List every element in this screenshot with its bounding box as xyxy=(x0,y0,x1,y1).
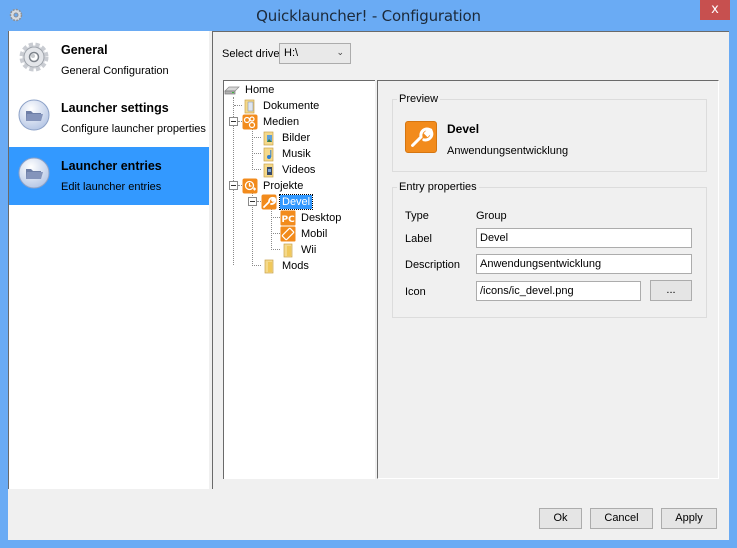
folder-icon xyxy=(264,259,274,274)
icon-label: Icon xyxy=(405,286,426,298)
entry-properties-legend: Entry properties xyxy=(397,181,479,193)
label-input[interactable]: Devel xyxy=(476,228,692,248)
entry-properties-group: Entry properties Type Group Label Devel … xyxy=(392,181,707,318)
type-label: Type xyxy=(405,210,429,222)
pc-icon: PC xyxy=(280,210,296,226)
browse-icon-button[interactable]: ... xyxy=(650,280,692,301)
category-list: General General Configuration Launcher s… xyxy=(8,31,209,489)
preview-title: Devel xyxy=(447,122,480,136)
sidebar-item-general[interactable]: General General Configuration xyxy=(9,31,209,89)
select-drive-label: Select drive xyxy=(222,48,280,60)
sidebar-item-launcher-settings[interactable]: Launcher settings Configure launcher pro… xyxy=(9,89,209,147)
sidebar-item-launcher-entries[interactable]: Launcher entries Edit launcher entries xyxy=(9,147,209,205)
tree-item-label: Wii xyxy=(301,244,317,256)
dialog-client: General General Configuration Launcher s… xyxy=(8,31,729,540)
description-label: Description xyxy=(405,259,461,271)
sidebar-item-title: Launcher settings xyxy=(61,101,169,115)
folder-videos-icon xyxy=(263,163,274,178)
collapse-projekte-button[interactable] xyxy=(229,181,238,190)
preview-description: Anwendungsentwicklung xyxy=(447,145,569,157)
tree-item-label: Desktop xyxy=(301,212,342,224)
collapse-medien-button[interactable] xyxy=(229,117,238,126)
wrench-icon xyxy=(405,121,437,153)
title-bar: Quicklauncher! - Configuration x xyxy=(0,0,737,31)
sidebar-item-subtitle: General Configuration xyxy=(61,65,169,77)
tree-connector xyxy=(252,129,253,170)
tree-item-label: Musik xyxy=(282,148,311,160)
tree-connector xyxy=(234,105,242,106)
tree-item-label: Bilder xyxy=(282,132,311,144)
sidebar-item-subtitle: Edit launcher entries xyxy=(61,181,162,193)
apply-button[interactable]: Apply xyxy=(661,508,717,529)
tree-connector xyxy=(252,153,261,154)
tree-connector xyxy=(252,265,261,266)
tree-item-label: Home xyxy=(245,84,275,96)
sidebar-item-subtitle: Configure launcher properties xyxy=(61,123,206,135)
tree-connector xyxy=(271,217,280,218)
preview-group: Preview Devel Anwendungsentwicklung xyxy=(392,93,707,172)
tree-connector xyxy=(252,169,261,170)
preview-legend: Preview xyxy=(397,93,441,105)
entry-detail-panel: Preview Devel Anwendungsentwicklung Entr… xyxy=(377,80,719,479)
description-input[interactable]: Anwendungsentwicklung xyxy=(476,254,692,274)
mobile-icon xyxy=(280,226,296,242)
sidebar-item-title: Launcher entries xyxy=(61,159,162,173)
drive-icon xyxy=(224,86,240,95)
svg-text:PC: PC xyxy=(282,215,296,225)
folder-documents-icon xyxy=(244,99,255,114)
type-value: Group xyxy=(476,210,507,222)
wrench-icon xyxy=(261,194,277,210)
tree-item-label: Medien xyxy=(263,116,300,128)
tree-connector xyxy=(271,249,280,250)
chevron-down-icon: ⌄ xyxy=(336,47,344,57)
tree-connector xyxy=(271,209,272,250)
tree-connector xyxy=(271,233,280,234)
tree-item-label: Videos xyxy=(282,164,316,176)
ok-button[interactable]: Ok xyxy=(539,508,582,529)
tree-item-label: Projekte xyxy=(263,180,304,192)
close-button[interactable]: x xyxy=(700,0,730,20)
entries-tree[interactable]: Home Dokumente Medien Bilder Musik Video… xyxy=(223,80,375,479)
drive-select[interactable]: H:\ ⌄ xyxy=(279,43,351,64)
tree-item-label: Mods xyxy=(282,260,309,272)
folder-orb-icon xyxy=(18,99,50,131)
media-group-icon xyxy=(242,114,258,130)
tree-connector xyxy=(252,137,261,138)
folder-icon xyxy=(283,243,293,258)
tree-item-label: Mobil xyxy=(301,228,328,240)
cancel-button[interactable]: Cancel xyxy=(590,508,653,529)
drive-select-value: H:\ xyxy=(284,47,299,59)
projects-group-icon xyxy=(242,178,258,194)
icon-path-input[interactable]: /icons/ic_devel.png xyxy=(476,281,641,301)
tree-item-label: Dokumente xyxy=(263,100,320,112)
sidebar-item-title: General xyxy=(61,43,108,57)
folder-orb-icon xyxy=(18,157,50,189)
tree-item-label: Devel xyxy=(278,194,314,210)
window-title: Quicklauncher! - Configuration xyxy=(256,7,481,25)
collapse-devel-button[interactable] xyxy=(248,197,257,206)
gear-icon xyxy=(19,42,49,72)
entries-page: Select drive H:\ ⌄ Home Dokumente Medien… xyxy=(212,31,729,489)
folder-music-icon xyxy=(263,147,274,162)
folder-pictures-icon xyxy=(263,131,274,146)
label-label: Label xyxy=(405,233,432,245)
